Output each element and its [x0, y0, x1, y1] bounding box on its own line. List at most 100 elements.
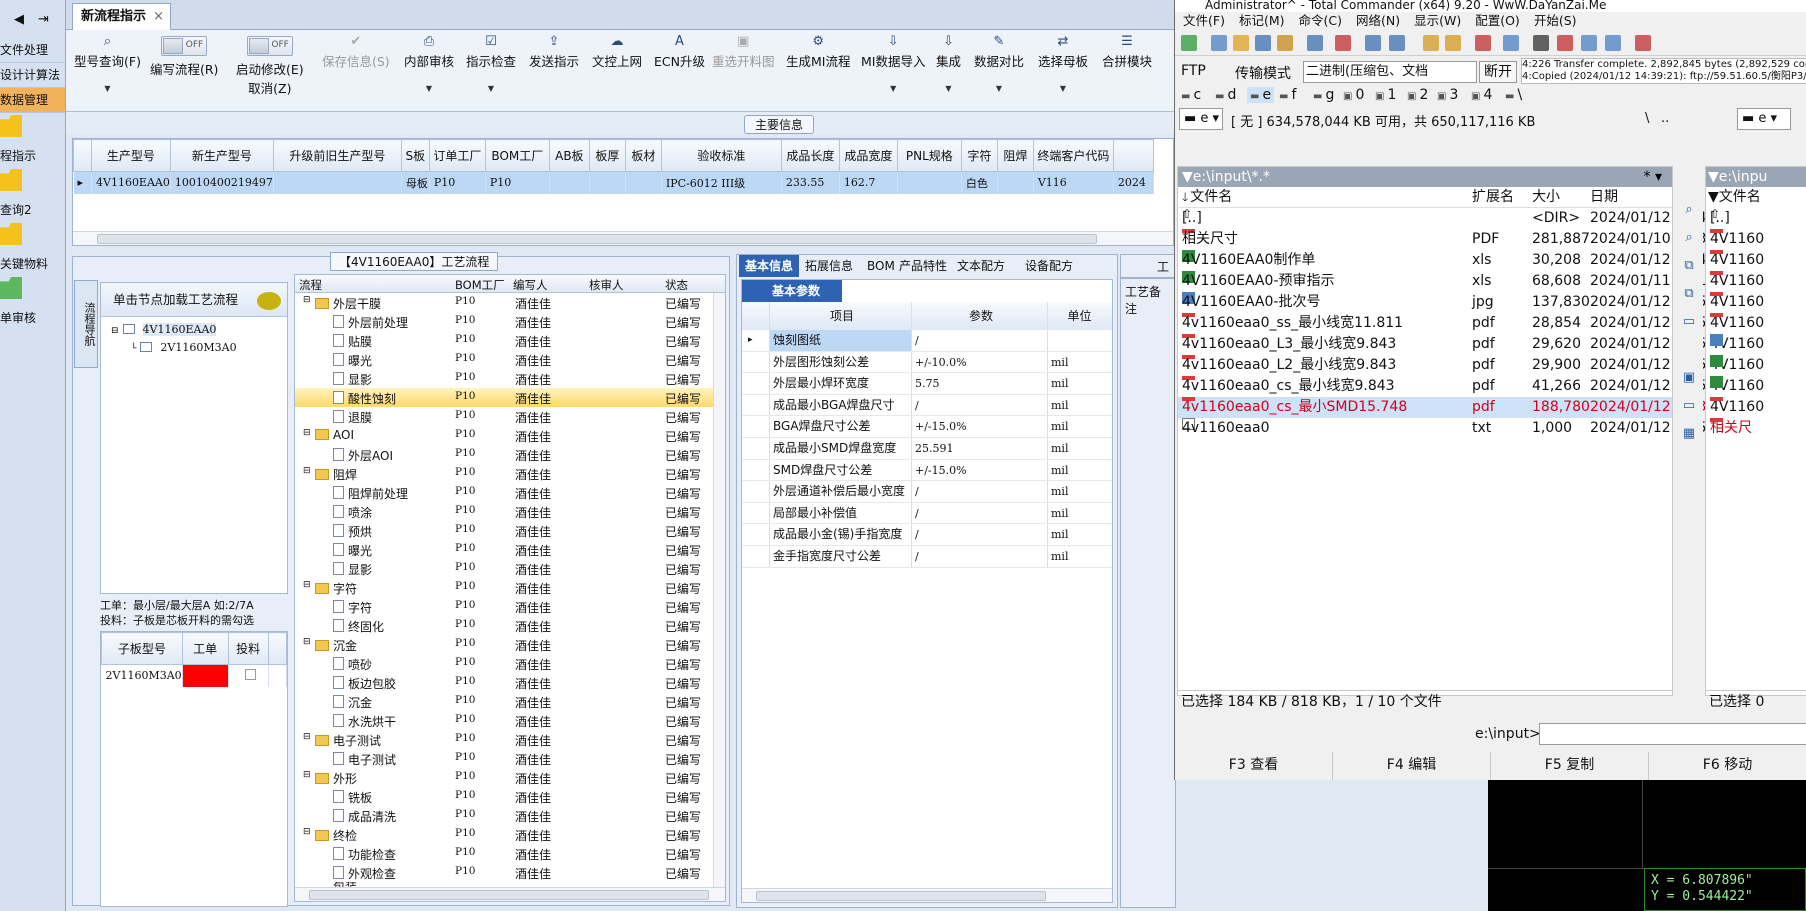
file-col-header[interactable]: 日期 [1590, 187, 1618, 207]
list-item[interactable]: 沉金 P10 酒佳佳 已编写 [295, 692, 725, 711]
dropdown-arrow-icon[interactable]: ▼ [936, 84, 961, 93]
path-menu-icon[interactable]: * ▾ [1644, 167, 1662, 187]
collapse-icon[interactable]: ⊟ [303, 637, 311, 647]
write-flow-toggle[interactable]: OFF 编写流程(R) [150, 36, 218, 78]
param-value[interactable]: 25.591 [912, 437, 1048, 459]
col-header[interactable]: 板材 [624, 139, 662, 172]
send-instruction-button[interactable]: ⇪ 发送指示 [529, 34, 579, 70]
internal-review-button[interactable]: ⎙ 内部审核 ▼ [404, 34, 454, 93]
horizontal-scrollbar[interactable] [742, 888, 1112, 902]
list-item[interactable]: ⊟ 终检 P10 酒佳佳 已编写 [295, 825, 725, 844]
disconnect-button[interactable]: 断开 [1479, 61, 1517, 83]
list-item[interactable]: 预烘 P10 酒佳佳 已编写 [295, 521, 725, 540]
file-row[interactable]: 4V1160EAA0-批次号 jpg 137,830 2024/01/12 10:5 [1178, 292, 1707, 313]
dropdown-arrow-icon[interactable]: ▼ [74, 84, 141, 93]
table-row[interactable]: 外层最小焊环宽度 5.75 mil [742, 373, 1112, 395]
file-row[interactable]: 4V1160 [1706, 271, 1806, 292]
tab-info[interactable]: 拓展信息 [799, 255, 859, 277]
list-item[interactable]: 显影 P10 酒佳佳 已编写 [295, 559, 725, 578]
file-row[interactable]: ⇧ [..] <DIR> 2024/01/12 14:4 [1178, 208, 1707, 229]
file-row[interactable]: 4V1160EAA0制作单 xls 30,208 2024/01/12 14:4 [1178, 250, 1707, 271]
ecn-upgrade-button[interactable]: A ECN升级 [654, 34, 705, 70]
param-value[interactable]: / [912, 502, 1048, 524]
col-header[interactable]: 板厚 [588, 139, 626, 172]
function-key-button[interactable]: F5 复制 [1491, 752, 1649, 780]
list-item[interactable]: 成品清洗 P10 酒佳佳 已编写 [295, 806, 725, 825]
regen-chart-button[interactable]: ▣ 重选开料图 [712, 34, 775, 70]
param-value[interactable]: +/-10.0% [912, 351, 1048, 373]
list-item[interactable]: 外层AOI P10 酒佳佳 已编写 [295, 445, 725, 464]
file-row[interactable]: 4V1160 [1706, 376, 1806, 397]
col-header[interactable]: S板 [400, 139, 430, 172]
table-row[interactable]: 2V1160M3A0 [101, 664, 288, 687]
tab-close-icon[interactable]: × [153, 4, 164, 30]
right-drive-select[interactable]: ▬ e ▾ [1737, 108, 1791, 130]
file-row[interactable]: 4V1160 [1706, 250, 1806, 271]
param-value[interactable]: / [912, 545, 1048, 567]
tc-menu-item[interactable]: 网络(N) [1356, 13, 1400, 28]
back-arrow-icon[interactable]: ◀ [14, 12, 24, 27]
tab-info[interactable]: 设备配方 [1019, 255, 1079, 277]
list-item[interactable]: 字符 P10 酒佳佳 已编写 [295, 597, 725, 616]
select-mother-button[interactable]: ⇄ 选择母板 ▼ [1038, 34, 1088, 93]
tc-toolbar-icon[interactable] [1533, 35, 1549, 51]
table-row[interactable]: 成品最小SMD焊盘宽度 25.591 mil [742, 437, 1112, 460]
tc-menu-item[interactable]: 显示(W) [1414, 13, 1461, 28]
root-button[interactable]: \ [1645, 111, 1649, 126]
col-header[interactable]: 成品长度 [780, 139, 840, 172]
file-row[interactable]: 4V1160 [1706, 334, 1806, 355]
chat-bubble-icon[interactable] [257, 292, 281, 310]
table-row[interactable]: 外层通道补偿后最小宽度 / mil [742, 481, 1112, 503]
list-item[interactable]: 酸性蚀刻 P10 酒佳佳 已编写 [295, 388, 725, 407]
workorder-cell[interactable] [182, 664, 229, 687]
nav-item[interactable]: 设计计算法 [0, 63, 65, 88]
function-key-button[interactable]: F6 移动 [1649, 752, 1806, 780]
col-header[interactable]: 字符 [960, 139, 998, 172]
list-item[interactable]: 终固化 P10 酒佳佳 已编写 [295, 616, 725, 635]
collapse-icon[interactable]: ⊟ [111, 326, 119, 336]
doc-upload-button[interactable]: ☁ 文控上网 [592, 34, 642, 70]
table-row[interactable]: 成品最小BGA焊盘尺寸 / mil [742, 394, 1112, 417]
list-item[interactable]: ⊟ 外层干膜 P10 酒佳佳 已编写 [295, 293, 725, 312]
file-col-header[interactable]: 大小 [1532, 187, 1560, 207]
save-info-button[interactable]: ✔ 保存信息(S) [322, 34, 390, 70]
drive-button[interactable]: ▣ 3 [1437, 87, 1458, 103]
table-row[interactable]: SMD焊盘尺寸公差 +/-15.0% mil [742, 459, 1112, 482]
tc-toolbar-icon[interactable] [1445, 35, 1461, 51]
list-item[interactable]: 曝光 P10 酒佳佳 已编写 [295, 540, 725, 559]
drive-button[interactable]: ▣ 0 [1343, 87, 1364, 103]
file-row[interactable]: 4V1160EAA0-预审指示 xls 68,608 2024/01/11 16:1 [1178, 271, 1707, 292]
drive-button[interactable]: ▬ \ [1505, 87, 1522, 103]
list-item[interactable]: ⊟ 沉金 P10 酒佳佳 已编写 [295, 635, 725, 654]
tab-info[interactable]: 产品特性 [893, 255, 953, 277]
collapse-icon[interactable]: ⊟ [303, 827, 311, 837]
file-row[interactable]: 4V1160 [1706, 355, 1806, 376]
mi-import-button[interactable]: ⇩ MI数据导入 ▼ [861, 34, 925, 93]
file-row[interactable]: 4V1160 [1706, 397, 1806, 418]
col-header[interactable]: 订单工厂 [428, 139, 486, 172]
file-row[interactable]: 4V1160 [1706, 313, 1806, 334]
table-row[interactable]: ▸ 4V1160EAA0 10010400219497 母板 P10 P10 IPC-601… [73, 171, 1154, 194]
file-row[interactable]: 4V1160 [1706, 229, 1806, 250]
param-value[interactable]: / [912, 481, 1048, 502]
dropdown-arrow-icon[interactable]: ▼ [404, 84, 454, 93]
dropdown-arrow-icon[interactable]: ▼ [974, 84, 1024, 93]
tc-toolbar-icon[interactable] [1277, 35, 1293, 51]
table-row[interactable]: 金手指宽度尺寸公差 / mil [742, 545, 1112, 568]
transfer-mode-select[interactable]: 二进制(压缩包、文档 [1303, 61, 1477, 83]
file-col-header[interactable]: 🡓 文件名 [1182, 187, 1232, 207]
list-item[interactable]: 曝光 P10 酒佳佳 已编写 [295, 350, 725, 369]
file-row[interactable]: 4V1160 [1706, 292, 1806, 313]
tc-toolbar-icon[interactable] [1335, 35, 1351, 51]
drive-button[interactable]: ▬ e [1247, 87, 1275, 103]
collapse-icon[interactable]: ⊟ [303, 732, 311, 742]
col-header[interactable]: 终端客户代码 [1032, 139, 1114, 172]
col-header[interactable]: AB板 [548, 139, 590, 172]
function-key-button[interactable]: F4 编辑 [1333, 752, 1491, 780]
horizontal-scrollbar[interactable] [295, 887, 725, 901]
function-key-button[interactable]: F3 查看 [1175, 752, 1333, 780]
data-compare-button[interactable]: ✎ 数据对比 ▼ [974, 34, 1024, 93]
col-header[interactable]: 成品宽度 [838, 139, 898, 172]
list-item[interactable]: 水洗烘干 P10 酒佳佳 已编写 [295, 711, 725, 730]
tab-info[interactable]: 基本信息 [739, 255, 800, 277]
